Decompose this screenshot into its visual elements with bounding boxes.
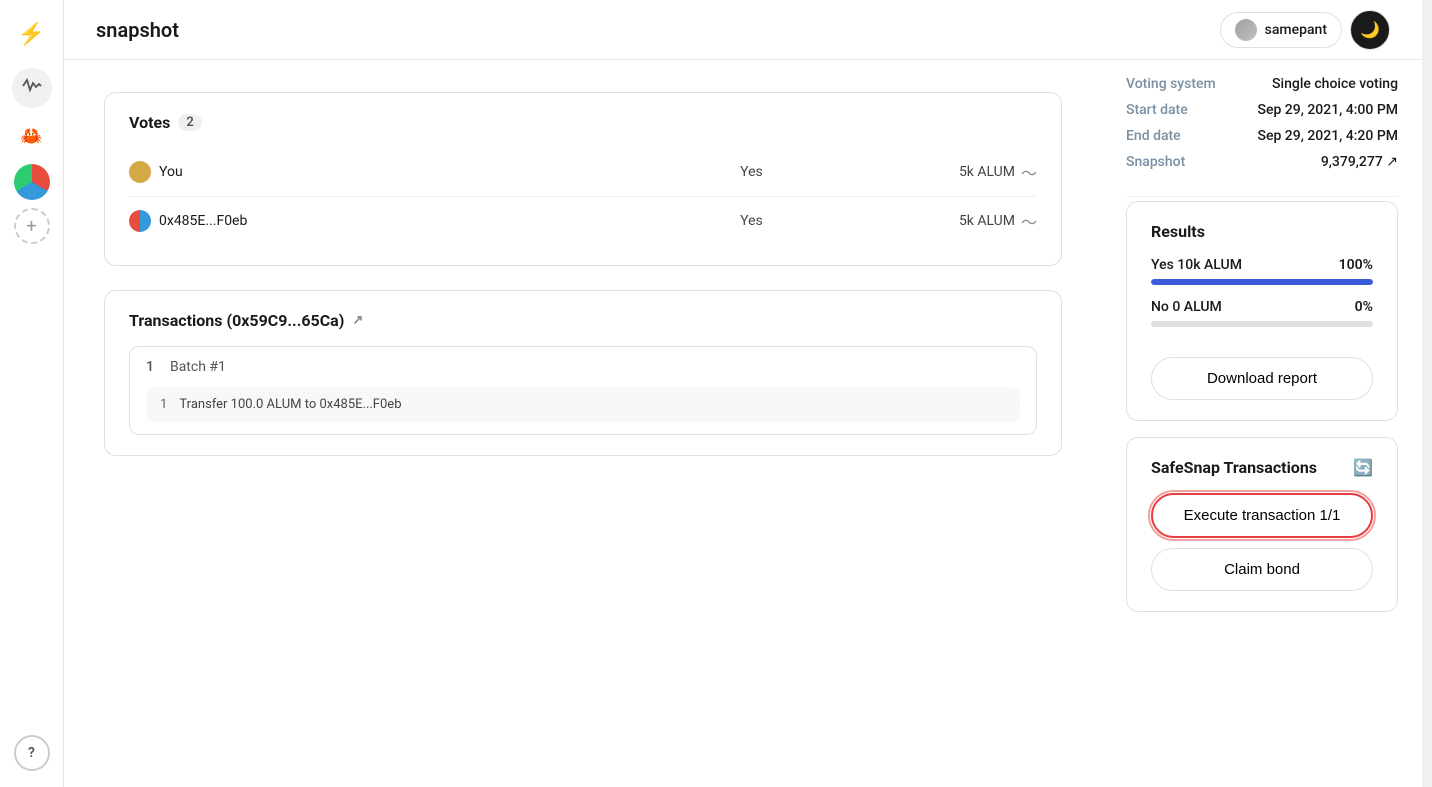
vote-alum-you: 5k ALUM <box>959 164 1015 180</box>
sidebar-item-add[interactable]: + <box>14 208 50 244</box>
voting-system-value: Single choice voting <box>1272 76 1398 92</box>
moon-icon: 🌙 <box>1360 20 1380 39</box>
refresh-icon[interactable]: 🔄 <box>1353 458 1373 477</box>
info-row-end-date: End date Sep 29, 2021, 4:20 PM <box>1126 128 1398 144</box>
safesnap-card: SafeSnap Transactions 🔄 Execute transact… <box>1126 437 1398 612</box>
right-panel: Voting system Single choice voting Start… <box>1102 60 1422 787</box>
voter-info: You <box>129 161 544 183</box>
batch-header: 1 Batch #1 <box>146 359 1020 375</box>
end-date-value: Sep 29, 2021, 4:20 PM <box>1257 128 1398 144</box>
vote-amount-you: 5k ALUM 〜 <box>959 160 1037 184</box>
start-date-label: Start date <box>1126 102 1188 118</box>
help-label: ? <box>28 745 35 761</box>
header: snapshot samepant 🌙 <box>64 0 1422 60</box>
result-row-no: No 0 ALUM 0% <box>1151 299 1373 327</box>
progress-bar-bg-yes <box>1151 279 1373 285</box>
vote-choice-2: Yes <box>544 213 959 229</box>
info-section: Voting system Single choice voting Start… <box>1126 60 1398 197</box>
voter-name-you: You <box>159 164 183 180</box>
tx-item: 1 Transfer 100.0 ALUM to 0x485E...F0eb <box>146 387 1020 422</box>
result-label-no: No 0 ALUM <box>1151 299 1222 315</box>
app-logo[interactable]: ⚡ <box>14 16 50 52</box>
lightning-icon: ⚡ <box>18 22 45 47</box>
plus-icon: + <box>26 216 36 237</box>
safesnap-title: SafeSnap Transactions <box>1151 458 1317 477</box>
content-area: Votes 2 You Yes 5k ALUM 〜 <box>64 60 1422 787</box>
start-date-value: Sep 29, 2021, 4:00 PM <box>1257 102 1398 118</box>
voter-info-2: 0x485E...F0eb <box>129 210 544 232</box>
results-title: Results <box>1151 222 1373 241</box>
result-pct-yes: 100% <box>1339 257 1373 273</box>
voting-system-label: Voting system <box>1126 76 1216 92</box>
result-header-yes: Yes 10k ALUM 100% <box>1151 257 1373 273</box>
main-area: snapshot samepant 🌙 Votes 2 <box>64 0 1422 787</box>
info-row-voting-system: Voting system Single choice voting <box>1126 76 1398 92</box>
batch-number: 1 <box>146 359 154 375</box>
transactions-card-title: Transactions (0x59C9...65Ca) ↗ <box>129 311 1037 330</box>
progress-bar-fill-yes <box>1151 279 1373 285</box>
voter-avatar-2 <box>129 210 151 232</box>
claim-bond-button[interactable]: Claim bond <box>1151 548 1373 591</box>
page-title: snapshot <box>96 18 179 42</box>
tx-batch: 1 Batch #1 1 Transfer 100.0 ALUM to 0x48… <box>129 346 1037 435</box>
votes-count: 2 <box>178 114 201 131</box>
snapshot-value: 9,379,277 ↗ <box>1321 154 1398 170</box>
batch-label: Batch #1 <box>170 359 226 375</box>
squiggle-icon-1: 〜 <box>1021 160 1037 184</box>
squiggle-icon-2: 〜 <box>1021 209 1037 233</box>
user-menu[interactable]: samepant <box>1220 12 1342 48</box>
votes-label: Votes <box>129 113 170 132</box>
sidebar-item-crab[interactable]: 🦀 <box>12 116 52 156</box>
download-report-button[interactable]: Download report <box>1151 357 1373 400</box>
tx-address: (0x59C9...65Ca) <box>226 311 344 330</box>
progress-bar-bg-no <box>1151 321 1373 327</box>
result-pct-no: 0% <box>1355 299 1373 315</box>
sidebar: ⚡ 🦀 + ? <box>0 0 64 787</box>
voter-avatar-you <box>129 161 151 183</box>
sidebar-item-dao[interactable] <box>14 164 50 200</box>
results-card: Results Yes 10k ALUM 100% No 0 ALUM 0% <box>1126 201 1398 421</box>
votes-card: Votes 2 You Yes 5k ALUM 〜 <box>104 92 1062 266</box>
sidebar-help-button[interactable]: ? <box>14 735 50 771</box>
result-row-yes: Yes 10k ALUM 100% <box>1151 257 1373 285</box>
user-avatar <box>1235 19 1257 41</box>
sidebar-item-activity[interactable] <box>12 68 52 108</box>
tx-item-description: Transfer 100.0 ALUM to 0x485E...F0eb <box>179 397 401 412</box>
info-row-start-date: Start date Sep 29, 2021, 4:00 PM <box>1126 102 1398 118</box>
voter-name-2: 0x485E...F0eb <box>159 213 247 229</box>
left-panel: Votes 2 You Yes 5k ALUM 〜 <box>64 60 1102 787</box>
snapshot-label: Snapshot <box>1126 154 1185 170</box>
result-header-no: No 0 ALUM 0% <box>1151 299 1373 315</box>
username: samepant <box>1265 22 1327 38</box>
tx-external-link-icon[interactable]: ↗ <box>352 313 363 328</box>
vote-choice-you: Yes <box>544 164 959 180</box>
dark-mode-button[interactable]: 🌙 <box>1350 10 1390 50</box>
crab-icon: 🦀 <box>20 126 42 147</box>
vote-row: 0x485E...F0eb Yes 5k ALUM 〜 <box>129 197 1037 245</box>
header-actions: samepant 🌙 <box>1220 10 1390 50</box>
activity-icon <box>22 76 42 101</box>
transactions-card: Transactions (0x59C9...65Ca) ↗ 1 Batch #… <box>104 290 1062 456</box>
tx-item-number: 1 <box>160 397 167 412</box>
transactions-label: Transactions (0x59C9...65Ca) <box>129 311 344 330</box>
vote-row: You Yes 5k ALUM 〜 <box>129 148 1037 197</box>
votes-card-title: Votes 2 <box>129 113 1037 132</box>
result-label-yes: Yes 10k ALUM <box>1151 257 1242 273</box>
end-date-label: End date <box>1126 128 1181 144</box>
safesnap-header: SafeSnap Transactions 🔄 <box>1151 458 1373 477</box>
vote-amount-2: 5k ALUM 〜 <box>959 209 1037 233</box>
execute-transaction-button[interactable]: Execute transaction 1/1 <box>1151 493 1373 538</box>
scrollbar[interactable] <box>1422 0 1432 787</box>
info-row-snapshot: Snapshot 9,379,277 ↗ <box>1126 154 1398 170</box>
vote-alum-2: 5k ALUM <box>959 213 1015 229</box>
